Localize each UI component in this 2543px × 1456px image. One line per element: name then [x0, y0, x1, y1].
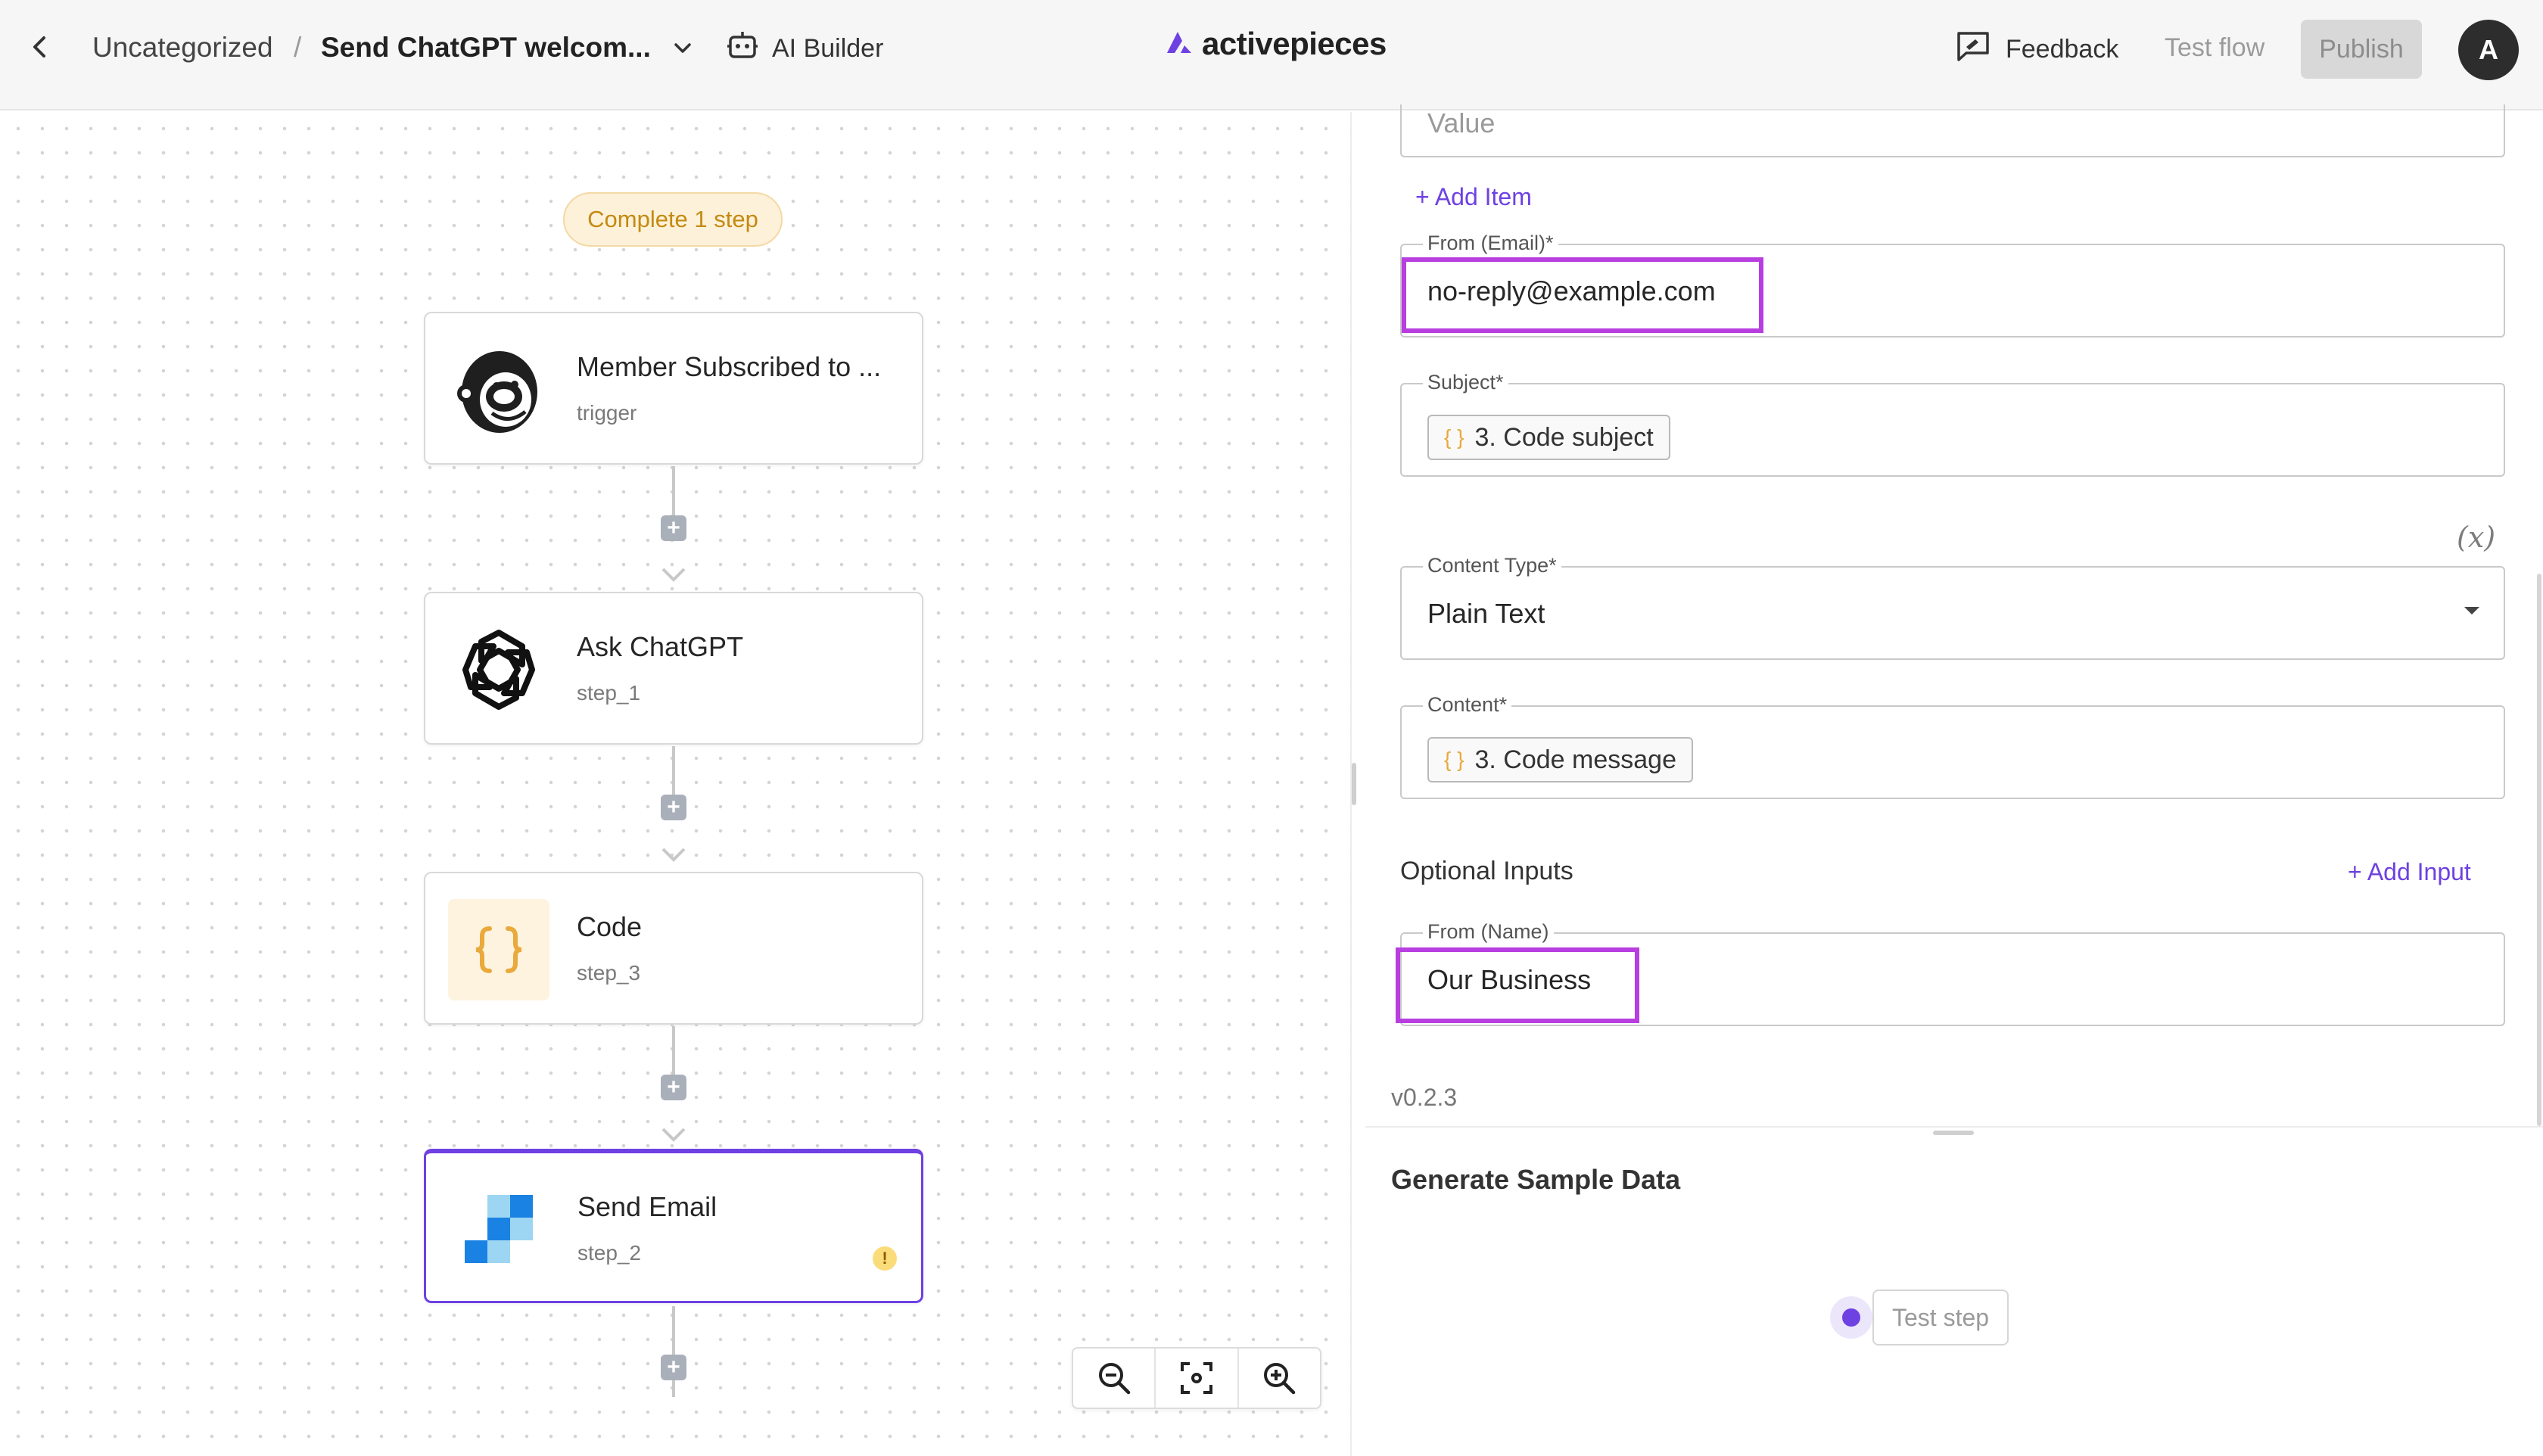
content-chip-text: 3. Code message	[1474, 745, 1676, 774]
flow-canvas[interactable]: Complete 1 step Member Subscribed to ...…	[0, 112, 1349, 1456]
flow-name[interactable]: Send ChatGPT welcom...	[321, 32, 651, 64]
zoom-out-icon[interactable]	[1073, 1349, 1156, 1408]
mailchimp-icon	[448, 339, 549, 440]
logo-text: activepieces	[1202, 26, 1387, 61]
add-step-plus-icon[interactable]: +	[661, 1355, 686, 1380]
activepieces-logo-icon	[1164, 27, 1194, 61]
chevron-down-icon[interactable]	[668, 33, 698, 64]
step-card-code[interactable]: Code step_3	[424, 872, 923, 1025]
ai-builder-label: AI Builder	[772, 33, 884, 63]
step-subtitle: step_2	[577, 1241, 642, 1265]
subject-field[interactable]: Subject* { } 3. Code subject	[1400, 371, 2505, 477]
step-subtitle: trigger	[577, 401, 637, 425]
zoom-in-icon[interactable]	[1239, 1349, 1320, 1408]
arrow-down-icon	[660, 566, 687, 583]
step-title: Ask ChatGPT	[577, 631, 744, 662]
content-label: Content*	[1423, 693, 1512, 717]
from-name-label: From (Name)	[1423, 920, 1554, 944]
zoom-controls	[1072, 1347, 1321, 1409]
back-arrow-icon[interactable]	[23, 30, 56, 64]
add-input-button[interactable]: + Add Input	[2348, 858, 2471, 886]
breadcrumb-separator: /	[294, 32, 302, 63]
ai-builder-button[interactable]: AI Builder	[727, 27, 883, 70]
step-card-ask-chatgpt[interactable]: Ask ChatGPT step_1	[424, 592, 923, 745]
scrollbar[interactable]	[2537, 574, 2541, 1126]
arrow-down-icon	[660, 1126, 687, 1143]
breadcrumb-folder[interactable]: Uncategorized	[92, 32, 273, 64]
sendgrid-icon	[449, 1179, 550, 1280]
content-type-value: Plain Text	[1427, 598, 1545, 629]
content-field[interactable]: Content* { } 3. Code message	[1400, 693, 2505, 799]
activepieces-logo: activepieces	[1164, 26, 1387, 62]
step-card-send-email[interactable]: Send Email step_2 !	[424, 1149, 923, 1303]
caret-down-icon	[2463, 605, 2481, 618]
arrow-down-icon	[660, 846, 687, 863]
step-subtitle: step_1	[577, 681, 641, 705]
subject-label: Subject*	[1423, 371, 1508, 394]
connector-line	[672, 1306, 675, 1397]
highlight-box	[1402, 257, 1763, 333]
resize-grip-icon[interactable]	[1933, 1131, 1974, 1135]
step-title: Send Email	[577, 1191, 717, 1222]
top-bar: Uncategorized / Send ChatGPT welcom... A…	[0, 0, 2543, 110]
subject-chip-text: 3. Code subject	[1474, 422, 1654, 452]
optional-inputs-title: Optional Inputs	[1400, 857, 1573, 885]
content-variable-chip[interactable]: { } 3. Code message	[1427, 737, 1693, 782]
fit-view-icon[interactable]	[1156, 1349, 1239, 1408]
content-type-label: Content Type*	[1423, 554, 1561, 577]
warning-icon: !	[873, 1246, 897, 1271]
test-step-button[interactable]: Test step	[1872, 1290, 2009, 1346]
value-field[interactable]: Value	[1400, 104, 2505, 157]
sample-data-section: Generate Sample Data Test step	[1365, 1126, 2543, 1456]
from-email-label: From (Email)*	[1423, 232, 1558, 255]
publish-button[interactable]: Publish	[2301, 20, 2422, 79]
piece-version: v0.2.3	[1391, 1084, 1458, 1111]
step-title: Member Subscribed to ...	[577, 351, 882, 382]
code-braces-icon: { }	[1444, 425, 1464, 449]
test-flow-button[interactable]: Test flow	[2165, 33, 2264, 63]
step-card-trigger[interactable]: Member Subscribed to ... trigger	[424, 312, 923, 465]
dynamic-value-toggle-icon[interactable]: (x)	[2457, 521, 2495, 554]
openai-icon	[448, 619, 549, 720]
content-type-select[interactable]: Content Type* Plain Text	[1400, 554, 2505, 660]
code-braces-icon: { }	[1444, 748, 1464, 771]
test-step-group: Test step	[1830, 1290, 2009, 1346]
subject-variable-chip[interactable]: { } 3. Code subject	[1427, 415, 1670, 460]
step-title: Code	[577, 911, 643, 942]
step-subtitle: step_3	[577, 961, 641, 985]
feedback-button[interactable]: Feedback	[1956, 27, 2118, 71]
value-placeholder: Value	[1427, 107, 1496, 138]
add-step-plus-icon[interactable]: +	[661, 1075, 686, 1100]
avatar[interactable]: A	[2458, 20, 2519, 80]
step-settings-panel: Value + Add Item From (Email)* no-reply@…	[1365, 104, 2543, 1456]
code-braces-icon	[448, 899, 549, 1000]
add-step-plus-icon[interactable]: +	[661, 515, 686, 541]
add-step-plus-icon[interactable]: +	[661, 795, 686, 820]
status-badge[interactable]: Complete 1 step	[563, 192, 783, 247]
feedback-label: Feedback	[2006, 34, 2119, 64]
resize-grip-icon[interactable]	[1352, 763, 1356, 805]
robot-icon	[727, 30, 758, 68]
highlight-box	[1396, 947, 1639, 1023]
status-dot-icon	[1830, 1296, 1872, 1339]
add-item-button[interactable]: + Add Item	[1415, 183, 1532, 211]
sample-data-title: Generate Sample Data	[1391, 1164, 1681, 1195]
feedback-icon	[1956, 30, 1991, 69]
